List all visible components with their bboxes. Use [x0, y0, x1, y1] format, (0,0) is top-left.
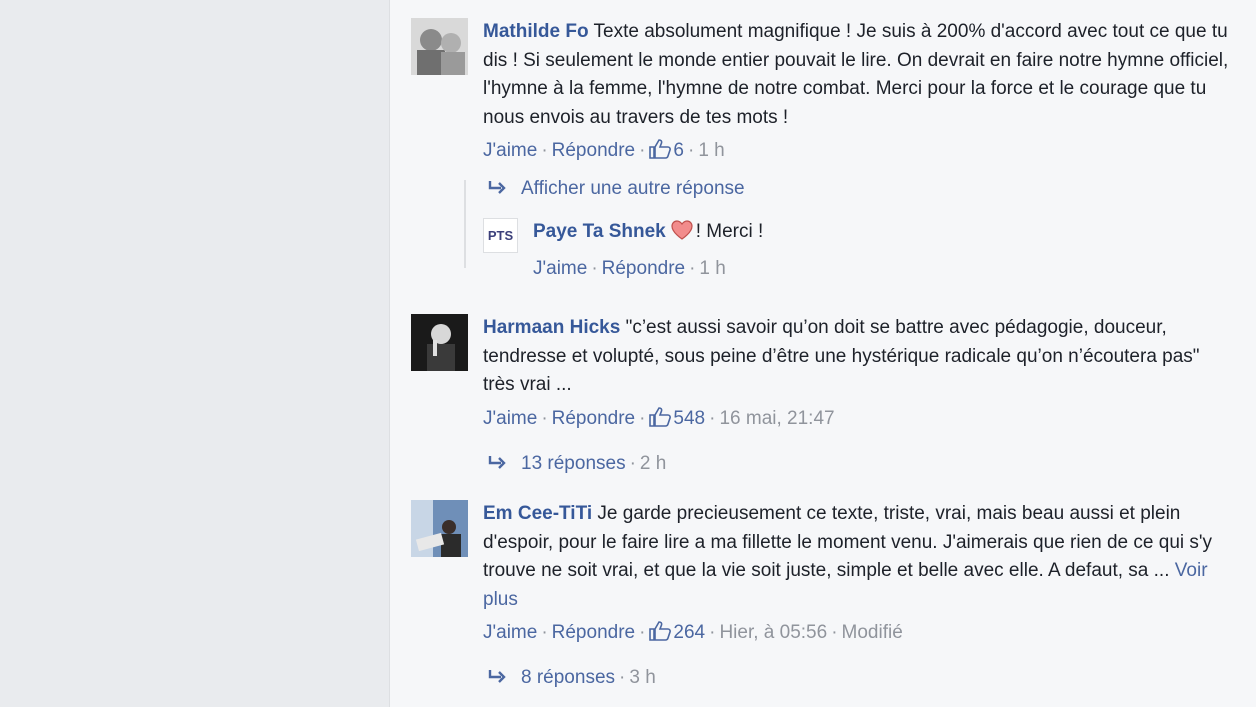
like-link[interactable]: J'aime — [483, 622, 537, 643]
comment-body: Mathilde Fo Texte absolument magnifique … — [483, 18, 1233, 168]
comment-actions: J'aime · Répondre · 6 · 1 h — [483, 137, 1233, 168]
author-link[interactable]: Em Cee-TiTi — [483, 503, 592, 524]
reply-thread-line — [464, 180, 466, 268]
avatar[interactable] — [411, 314, 468, 371]
replies-link[interactable]: 8 réponses — [521, 667, 615, 688]
reply-link[interactable]: Répondre — [552, 140, 635, 161]
heart-icon — [670, 219, 694, 251]
avatar[interactable] — [411, 500, 468, 557]
page-avatar[interactable]: PTS — [483, 218, 518, 253]
reply-arrow-icon — [487, 666, 507, 694]
reply-message: ! Merci ! — [695, 221, 764, 242]
author-link[interactable]: Mathilde Fo — [483, 21, 589, 42]
like-link[interactable]: J'aime — [483, 140, 537, 161]
replies-time: 3 h — [629, 667, 656, 688]
left-panel — [0, 0, 390, 707]
thumbs-up-icon[interactable] — [649, 621, 672, 650]
avatar[interactable] — [411, 18, 468, 75]
comment-text: Em Cee-TiTi Je garde precieusement ce te… — [483, 500, 1233, 614]
thumbs-up-icon[interactable] — [649, 139, 672, 168]
avatar-logo-text: PTS — [487, 228, 514, 243]
timestamp[interactable]: Hier, à 05:56 — [719, 622, 827, 643]
comment-body: Harmaan Hicks "c’est aussi savoir qu’on … — [483, 314, 1233, 436]
author-link[interactable]: Paye Ta Shnek — [533, 221, 666, 242]
comment-message: Je garde precieusement ce texte, triste,… — [483, 503, 1213, 582]
comment-text: Mathilde Fo Texte absolument magnifique … — [483, 18, 1233, 132]
comment-message: Texte absolument magnifique ! Je suis à … — [483, 21, 1229, 128]
replies-link[interactable]: 13 réponses — [521, 453, 626, 474]
comment-actions: J'aime · Répondre · 264 · Hier, à 05:56 · Modifi… — [483, 619, 1233, 650]
reply-link[interactable]: Répondre — [602, 258, 685, 279]
thumbs-up-icon[interactable] — [649, 406, 672, 436]
reply-body: Paye Ta Shnek ! Merci ! J'aime · Répondre · 1… — [533, 218, 1256, 283]
like-link[interactable]: J'aime — [533, 258, 587, 279]
replies-row[interactable]: 8 réponses · 3 h — [483, 664, 656, 694]
edited-label[interactable]: Modifié — [842, 622, 903, 643]
reply-text: Paye Ta Shnek ! Merci ! — [533, 218, 1256, 251]
replies-row[interactable]: 13 réponses · 2 h — [483, 450, 666, 480]
reply-actions: J'aime · Répondre · 1 h — [533, 257, 726, 279]
reply-link[interactable]: Répondre — [552, 622, 635, 643]
comment-body: Em Cee-TiTi Je garde precieusement ce te… — [483, 500, 1233, 650]
more-replies-row[interactable]: Afficher une autre réponse — [483, 175, 745, 205]
like-count[interactable]: 6 — [673, 140, 684, 161]
comment-text: Harmaan Hicks "c’est aussi savoir qu’on … — [483, 314, 1233, 400]
like-link[interactable]: J'aime — [483, 408, 537, 429]
reply-arrow-icon — [487, 177, 507, 205]
timestamp[interactable]: 1 h — [699, 258, 725, 279]
reply-link[interactable]: Répondre — [552, 408, 635, 429]
like-count[interactable]: 264 — [673, 622, 705, 643]
timestamp[interactable]: 1 h — [698, 140, 724, 161]
timestamp[interactable]: 16 mai, 21:47 — [719, 408, 834, 429]
comment-actions: J'aime · Répondre · 548 · 16 mai, 21:47 — [483, 405, 1233, 436]
replies-time: 2 h — [639, 453, 667, 474]
like-count[interactable]: 548 — [673, 408, 705, 429]
reply-arrow-icon — [487, 452, 507, 480]
show-more-replies-link[interactable]: Afficher une autre réponse — [521, 178, 745, 199]
author-link[interactable]: Harmaan Hicks — [483, 317, 620, 338]
